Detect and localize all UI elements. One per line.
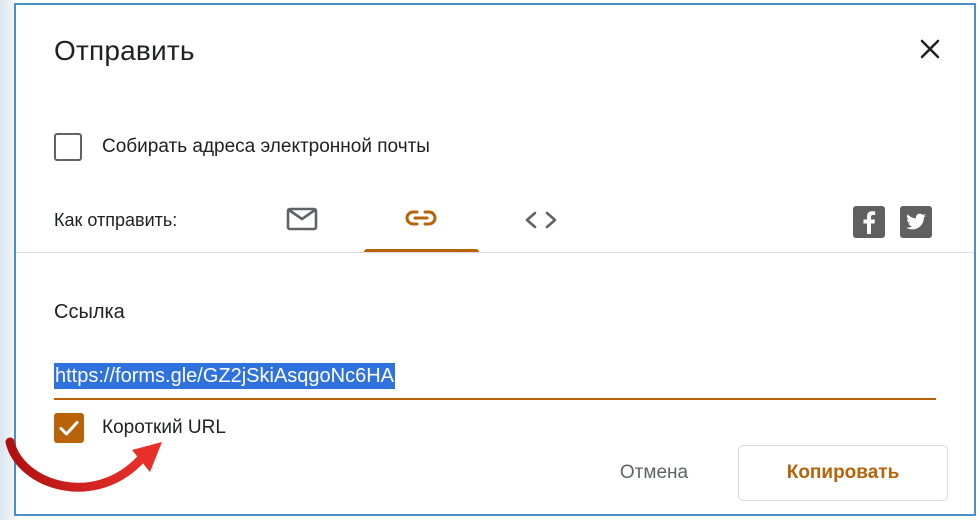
tab-link[interactable] <box>364 191 479 253</box>
collect-emails-row: Собирать адреса электронной почты <box>54 132 430 162</box>
collect-emails-checkbox[interactable] <box>54 133 82 161</box>
tab-embed[interactable] <box>506 191 576 253</box>
link-icon <box>405 210 437 226</box>
link-url-text[interactable]: https://forms.gle/GZ2jSkiAsqgoNc6HA <box>54 363 396 389</box>
close-button[interactable] <box>914 33 946 65</box>
send-via-label: Как отправить: <box>54 210 178 230</box>
share-twitter-button[interactable] <box>900 206 932 238</box>
link-url-field[interactable]: https://forms.gle/GZ2jSkiAsqgoNc6HA <box>54 360 936 400</box>
copy-button[interactable]: Копировать <box>738 445 948 501</box>
dialog-title: Отправить <box>54 35 195 66</box>
cancel-button[interactable]: Отмена <box>594 445 714 501</box>
embed-code-icon <box>525 211 557 229</box>
short-url-row: Короткий URL <box>54 413 226 443</box>
email-icon <box>286 207 318 231</box>
facebook-icon <box>863 211 876 234</box>
screenshot-canvas: Отправить Собирать адреса электронной по… <box>0 0 980 520</box>
checkmark-icon <box>59 421 79 436</box>
close-icon <box>920 39 940 59</box>
short-url-label: Короткий URL <box>102 417 226 438</box>
twitter-icon <box>906 213 926 230</box>
send-form-dialog: Отправить Собирать адреса электронной по… <box>14 3 976 516</box>
collect-emails-label: Собирать адреса электронной почты <box>102 136 430 157</box>
divider <box>16 252 974 253</box>
short-url-checkbox[interactable] <box>54 413 84 443</box>
tab-email[interactable] <box>274 191 330 253</box>
link-section-title: Ссылка <box>54 301 125 323</box>
share-facebook-button[interactable] <box>853 206 885 238</box>
